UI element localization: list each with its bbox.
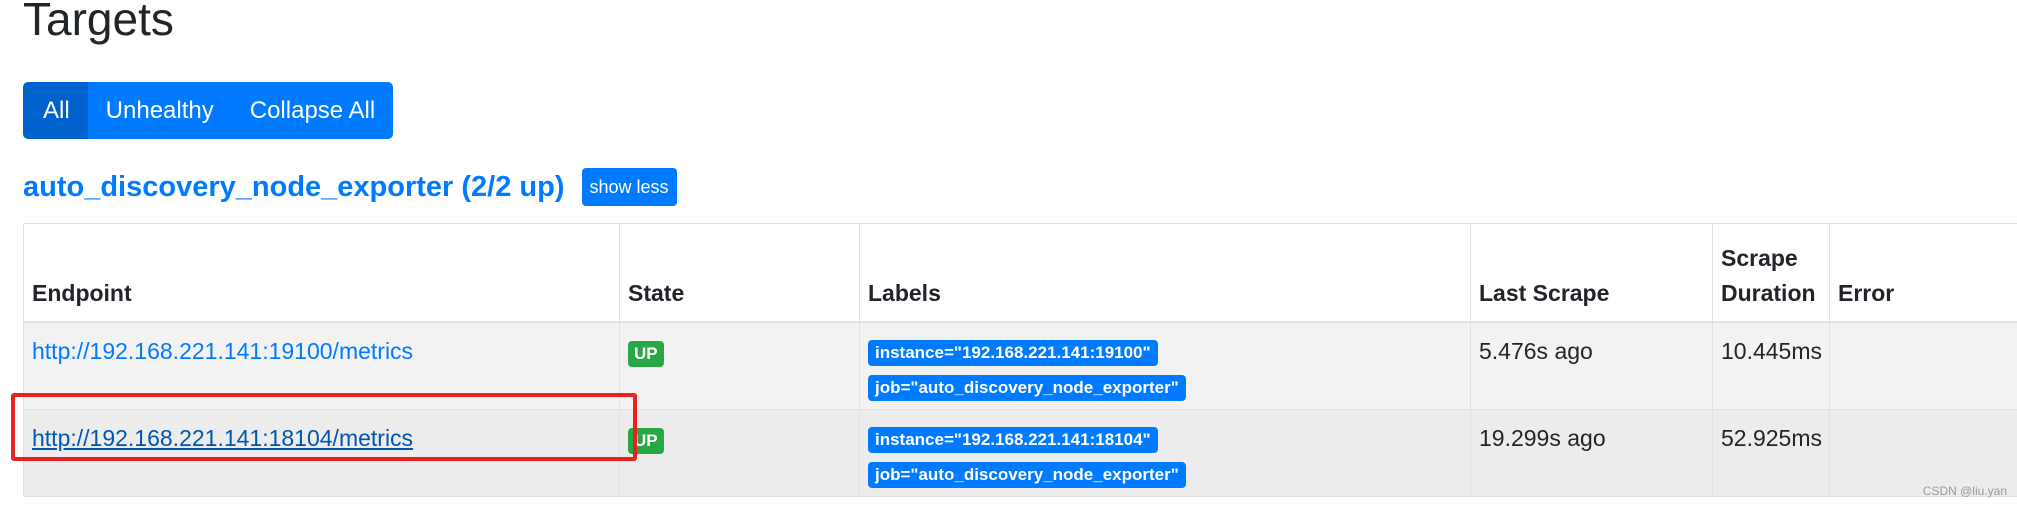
collapse-all-button[interactable]: Collapse All: [231, 82, 394, 139]
state-up-badge: UP: [628, 341, 664, 367]
scrape-duration-column-header: Scrape Duration: [1712, 223, 1830, 323]
watermark-text: CSDN @liu.yan: [1922, 484, 2007, 498]
filter-button-group: All Unhealthy Collapse All: [23, 82, 394, 139]
state-up-badge: UP: [628, 428, 664, 454]
table-row: http://192.168.221.141:19100/metrics UP …: [23, 321, 2017, 410]
state-cell: UP: [619, 409, 860, 497]
error-column-header: Error: [1829, 223, 2017, 323]
show-less-button[interactable]: show less: [581, 168, 677, 206]
unhealthy-filter-button[interactable]: Unhealthy: [87, 82, 232, 139]
job-label-badge: job="auto_discovery_node_exporter": [868, 375, 1186, 401]
last-scrape-column-header: Last Scrape: [1470, 223, 1713, 323]
scrape-duration-value: 10.445ms: [1721, 338, 1823, 364]
endpoint-link[interactable]: http://192.168.221.141:19100/metrics: [32, 338, 413, 365]
job-label-badge: job="auto_discovery_node_exporter": [868, 462, 1186, 488]
targets-page: Targets All Unhealthy Collapse All auto_…: [0, 0, 2017, 509]
instance-label-badge: instance="192.168.221.141:18104": [868, 427, 1158, 453]
error-cell: [1829, 321, 2017, 410]
last-scrape-value: 19.299s ago: [1479, 425, 1606, 451]
endpoint-column-header: Endpoint: [23, 223, 620, 323]
last-scrape-cell: 5.476s ago: [1470, 321, 1713, 410]
job-header: auto_discovery_node_exporter (2/2 up) sh…: [23, 167, 677, 207]
endpoint-cell: http://192.168.221.141:19100/metrics: [23, 321, 620, 410]
all-filter-button[interactable]: All: [23, 82, 88, 139]
job-title-link[interactable]: auto_discovery_node_exporter (2/2 up): [23, 167, 565, 207]
last-scrape-value: 5.476s ago: [1479, 338, 1593, 364]
scrape-duration-value: 52.925ms: [1721, 425, 1823, 451]
scrape-duration-cell: 52.925ms: [1712, 409, 1830, 497]
last-scrape-cell: 19.299s ago: [1470, 409, 1713, 497]
endpoint-link[interactable]: http://192.168.221.141:18104/metrics: [32, 425, 413, 452]
state-cell: UP: [619, 321, 860, 410]
instance-label-badge: instance="192.168.221.141:19100": [868, 340, 1158, 366]
labels-column-header: Labels: [859, 223, 1471, 323]
labels-cell: instance="192.168.221.141:19100" job="au…: [859, 321, 1471, 410]
endpoint-cell: http://192.168.221.141:18104/metrics: [23, 409, 620, 497]
labels-cell: instance="192.168.221.141:18104" job="au…: [859, 409, 1471, 497]
page-title: Targets: [23, 0, 174, 45]
state-column-header: State: [619, 223, 860, 323]
table-row: http://192.168.221.141:18104/metrics UP …: [23, 409, 2017, 497]
table-header-row: Endpoint State Labels Last Scrape Scrape…: [23, 223, 2017, 323]
scrape-duration-cell: 10.445ms: [1712, 321, 1830, 410]
targets-table: Endpoint State Labels Last Scrape Scrape…: [23, 223, 2017, 497]
